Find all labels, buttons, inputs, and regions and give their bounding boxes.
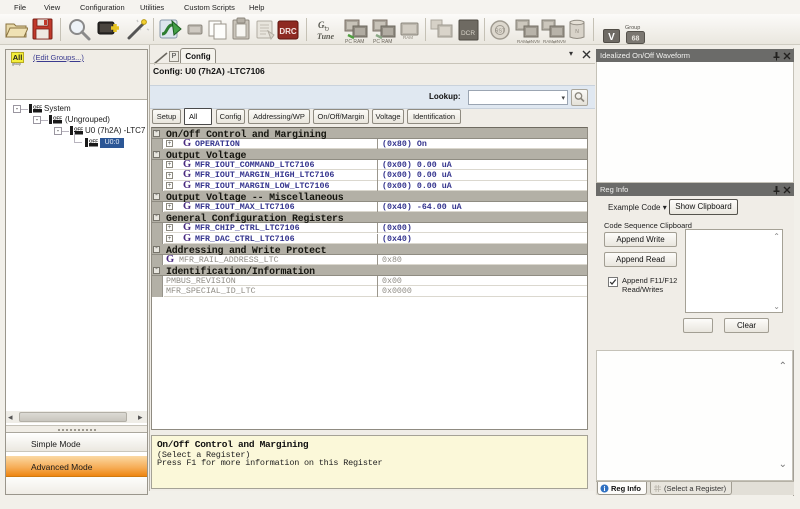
svg-text:OFF: OFF	[33, 105, 42, 110]
svg-text:RAM: RAM	[403, 35, 413, 40]
svg-text:RAM⇄NVM: RAM⇄NVM	[517, 39, 540, 44]
svg-text:DCR: DCR	[461, 30, 475, 37]
svg-text:i: i	[604, 485, 606, 493]
svg-text:DRC: DRC	[279, 27, 297, 36]
svg-text:OFF: OFF	[89, 139, 98, 144]
svg-text:PC RAM: PC RAM	[373, 39, 392, 44]
svg-text:OFF: OFF	[74, 127, 83, 132]
svg-text:68: 68	[632, 36, 640, 43]
svg-text:N: N	[575, 29, 579, 35]
svg-text:OFF: OFF	[53, 116, 62, 121]
svg-text:PC RAM: PC RAM	[345, 39, 364, 44]
svg-text:Tune: Tune	[317, 32, 334, 41]
svg-text:RST: RST	[495, 29, 505, 35]
svg-text:RAM⇄NVM: RAM⇄NVM	[543, 39, 566, 44]
svg-text:V: V	[608, 32, 615, 43]
